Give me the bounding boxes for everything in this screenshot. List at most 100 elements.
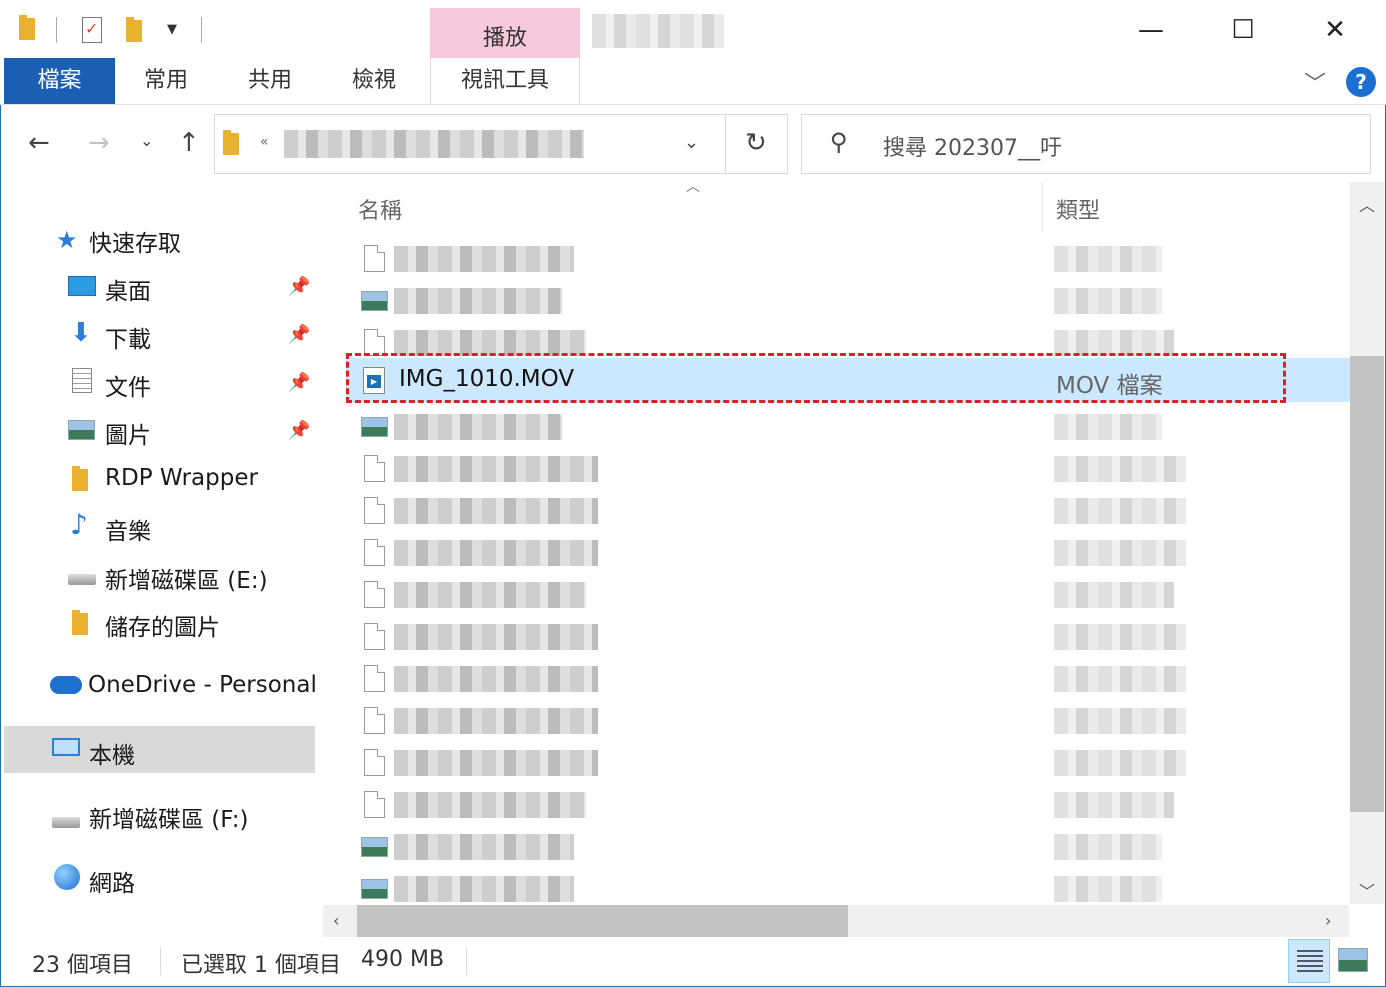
file-name-redacted <box>394 624 598 650</box>
pin-icon[interactable]: 📌 <box>288 276 310 297</box>
tab-file[interactable]: 檔案 <box>4 58 115 104</box>
scroll-left-icon[interactable]: ‹ <box>333 911 339 930</box>
details-view-icon[interactable] <box>1288 939 1330 983</box>
ribbon-divider <box>0 104 1386 105</box>
file-icon <box>364 665 385 692</box>
pin-icon[interactable]: 📌 <box>288 324 310 345</box>
nav-this-pc[interactable]: 本機 <box>89 736 135 770</box>
file-name-redacted <box>394 582 586 608</box>
minimize-button[interactable]: — <box>1128 10 1174 50</box>
collapse-ribbon-icon[interactable]: ﹀ <box>1304 66 1326 98</box>
maximize-button[interactable]: ☐ <box>1220 10 1266 50</box>
image-file-icon <box>361 837 388 857</box>
tab-home[interactable]: 常用 <box>120 58 212 104</box>
column-header-name[interactable]: 名稱 <box>358 193 402 225</box>
file-type-redacted <box>1054 876 1162 902</box>
new-folder-icon[interactable] <box>126 17 142 42</box>
scroll-right-icon[interactable]: › <box>1325 911 1331 930</box>
breadcrumb-overflow-icon[interactable]: « <box>260 134 269 150</box>
file-type-redacted <box>1054 666 1186 692</box>
file-name-redacted <box>394 246 574 272</box>
folder-icon[interactable] <box>19 15 35 40</box>
file-name-redacted <box>394 498 598 524</box>
file-type-redacted <box>1054 708 1186 734</box>
horizontal-scroll-thumb[interactable] <box>357 905 848 937</box>
desktop-icon <box>68 276 96 296</box>
download-icon: ⬇ <box>70 318 92 348</box>
tab-share[interactable]: 共用 <box>224 58 316 104</box>
status-selected-count: 已選取 1 個項目 <box>181 953 341 978</box>
vertical-scroll-thumb[interactable] <box>1350 356 1384 812</box>
nav-network[interactable]: 網路 <box>89 864 135 898</box>
file-type-redacted <box>1054 750 1186 776</box>
nav-rdp-wrapper[interactable]: RDP Wrapper <box>105 465 258 491</box>
nav-quick-access[interactable]: 快速存取 <box>89 224 181 258</box>
file-type-redacted <box>1054 498 1186 524</box>
file-icon <box>364 581 385 608</box>
forward-arrow-icon[interactable]: → <box>88 128 110 158</box>
file-type-redacted <box>1054 834 1162 860</box>
file-type-redacted <box>1054 792 1174 818</box>
folder-icon <box>223 130 239 155</box>
file-name-redacted <box>394 876 574 902</box>
nav-music[interactable]: 音樂 <box>105 512 151 546</box>
file-name-redacted <box>394 288 562 314</box>
recent-locations-icon[interactable]: ⌄ <box>140 131 153 150</box>
status-divider <box>466 947 467 975</box>
column-divider[interactable] <box>1042 182 1043 232</box>
back-arrow-icon[interactable]: ← <box>28 128 50 158</box>
nav-saved-pictures[interactable]: 儲存的圖片 <box>105 608 220 642</box>
up-arrow-icon[interactable]: ↑ <box>178 128 200 158</box>
file-icon <box>364 455 385 482</box>
file-name-redacted <box>394 834 574 860</box>
file-name-redacted <box>394 414 562 440</box>
close-button[interactable]: ✕ <box>1312 10 1358 50</box>
nav-drive-e[interactable]: 新增磁碟區 (E:) <box>105 561 268 595</box>
file-type-redacted <box>1054 540 1186 566</box>
nav-desktop[interactable]: 桌面 <box>105 272 151 306</box>
file-type-redacted <box>1054 624 1186 650</box>
breadcrumb-redacted <box>284 130 584 158</box>
pin-icon[interactable]: 📌 <box>288 372 310 393</box>
file-type-redacted <box>1054 414 1162 440</box>
tab-view[interactable]: 檢視 <box>328 58 420 104</box>
documents-icon <box>72 368 92 393</box>
file-icon <box>364 623 385 650</box>
toolbar-divider <box>56 17 57 43</box>
pictures-icon <box>68 420 95 440</box>
drive-icon <box>68 574 96 585</box>
highlight-annotation <box>346 353 1286 403</box>
nav-documents[interactable]: 文件 <box>105 368 151 402</box>
nav-downloads[interactable]: 下載 <box>105 320 151 354</box>
this-pc-icon <box>52 738 80 756</box>
file-icon <box>364 791 385 818</box>
customize-toolbar-icon[interactable]: ▼ <box>167 22 177 37</box>
refresh-icon[interactable]: ↻ <box>745 128 767 158</box>
large-icons-view-icon[interactable] <box>1338 948 1368 972</box>
nav-pictures[interactable]: 圖片 <box>105 416 151 450</box>
address-dropdown-icon[interactable]: ⌄ <box>684 132 699 153</box>
help-icon[interactable]: ? <box>1346 67 1376 97</box>
image-file-icon <box>361 879 388 899</box>
title-bar: ▼ 播放 — ☐ ✕ <box>0 0 1386 58</box>
sort-ascending-icon: ︿ <box>686 179 700 195</box>
scroll-up-icon[interactable]: ︿ <box>1359 192 1375 216</box>
file-type-redacted <box>1054 246 1162 272</box>
file-name-redacted <box>394 666 598 692</box>
properties-icon[interactable] <box>82 17 102 43</box>
file-icon <box>364 707 385 734</box>
address-divider <box>725 115 726 173</box>
file-type-redacted <box>1054 582 1174 608</box>
nav-drive-f[interactable]: 新增磁碟區 (F:) <box>89 800 248 834</box>
scroll-down-icon[interactable]: ﹀ <box>1359 878 1375 902</box>
search-icon: ⚲ <box>830 128 848 156</box>
pin-icon[interactable]: 📌 <box>288 420 310 441</box>
column-header-type[interactable]: 類型 <box>1056 193 1100 225</box>
status-item-count: 23 個項目 <box>32 953 133 978</box>
file-icon <box>364 749 385 776</box>
tab-video-tools[interactable]: 視訊工具 <box>430 58 580 104</box>
file-name-redacted <box>394 540 598 566</box>
status-divider <box>160 947 161 975</box>
file-name-redacted <box>394 792 586 818</box>
nav-onedrive[interactable]: OneDrive - Personal <box>88 672 317 698</box>
